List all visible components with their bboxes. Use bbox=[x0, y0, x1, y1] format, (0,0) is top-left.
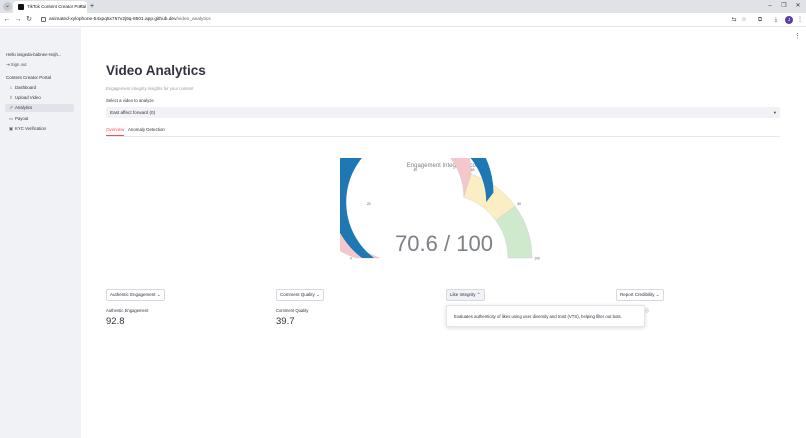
wallet-icon: ▭ bbox=[8, 116, 14, 121]
back-icon[interactable]: ← bbox=[2, 15, 12, 25]
extensions-icon[interactable]: ⧉ bbox=[755, 15, 765, 25]
profile-avatar[interactable]: J bbox=[785, 16, 793, 24]
chevron-down-icon: ⌄ bbox=[316, 292, 320, 297]
browser-tab[interactable]: TikTok Content Creator Portal × bbox=[13, 1, 87, 13]
tab-close-icon[interactable]: × bbox=[79, 3, 82, 11]
portal-title: Content Creator Portal bbox=[6, 75, 52, 80]
tab-anomaly-detection[interactable]: Anomaly Detection bbox=[128, 125, 165, 135]
comment-quality-expander[interactable]: Comment Quality ⌄ bbox=[276, 289, 324, 301]
tiktok-favicon-icon bbox=[18, 4, 24, 10]
sidebar-item-label: Payout bbox=[15, 116, 29, 121]
comment-quality-value: 39.7 bbox=[276, 316, 295, 327]
gauge-tick-label: 60 bbox=[471, 168, 475, 172]
chevron-down-icon: ⌄ bbox=[156, 292, 161, 297]
tooltip-text: Evaluates authenticity of likes using us… bbox=[454, 314, 622, 319]
upload-icon: ⇪ bbox=[9, 95, 13, 100]
new-tab-button[interactable]: + bbox=[90, 2, 94, 11]
info-icon: ⓘ bbox=[645, 308, 649, 313]
authentic-engagement-value: 92.8 bbox=[106, 316, 125, 327]
gauge-tick-label: 40 bbox=[413, 168, 417, 172]
sidebar-item-label: Analytics bbox=[15, 105, 33, 110]
page-subtitle: Engagement integrity insights for your c… bbox=[106, 86, 194, 91]
tab-bar: Overview Anomaly Detection bbox=[106, 125, 780, 137]
video-select-label: Select a video to analyze bbox=[106, 98, 154, 103]
like-integrity-expander[interactable]: Like Integrity ⌃ bbox=[446, 289, 485, 301]
browser-menu-icon[interactable]: ⋮ bbox=[795, 15, 805, 25]
maximize-icon[interactable]: ❐ bbox=[777, 1, 791, 12]
url-path: /video_analytics bbox=[176, 17, 211, 22]
comment-quality-label: Comment Quality bbox=[276, 308, 309, 313]
chevron-up-icon: ⌃ bbox=[476, 292, 481, 297]
sign-out-link[interactable]: ⇥ Sign out bbox=[6, 62, 27, 68]
page-title: Video Analytics bbox=[106, 63, 206, 78]
url-field[interactable]: animated-xylophone-54xpq5x757v2j9q-8501.… bbox=[49, 15, 211, 25]
gauge-tick-label: 100 bbox=[534, 257, 540, 261]
sidebar: Hello issgeda-babnee-Issjh... ⇥ Sign out… bbox=[0, 28, 81, 438]
gauge-tick-label: 20 bbox=[367, 202, 371, 206]
tab-overview[interactable]: Overview bbox=[106, 125, 125, 136]
expander-label: Report Credibility bbox=[620, 292, 655, 297]
like-integrity-tooltip: Evaluates authenticity of likes using us… bbox=[446, 305, 645, 327]
reload-icon[interactable]: ↻ bbox=[24, 15, 34, 25]
engagement-integrity-gauge: Engagement Integrity Score 02040 6080100 … bbox=[340, 158, 540, 261]
id-card-icon: ▣ bbox=[8, 126, 14, 131]
authentic-engagement-expander[interactable]: Authentic Engagement ⌄ bbox=[106, 289, 165, 301]
gauge-tick-label: 80 bbox=[517, 202, 521, 206]
sidebar-item-dashboard[interactable]: ⌂ Dashboard bbox=[5, 84, 74, 92]
bookmark-star-icon[interactable]: ☆ bbox=[739, 15, 749, 25]
sidebar-item-payout[interactable]: ▭ Payout bbox=[5, 115, 74, 123]
chart-icon: ↗ bbox=[9, 105, 13, 110]
home-icon: ⌂ bbox=[9, 85, 13, 90]
app-menu-icon[interactable]: ⋮ bbox=[794, 33, 801, 41]
expander-label: Authentic Engagement bbox=[110, 292, 156, 297]
minimize-icon[interactable]: – bbox=[763, 1, 777, 12]
expander-label: Comment Quality bbox=[280, 292, 315, 297]
tab-search-icon[interactable]: ⌄ bbox=[3, 2, 12, 11]
video-select-value: East affect forward (0) bbox=[110, 110, 156, 115]
sidebar-item-label: Dashboard bbox=[15, 85, 37, 90]
sidebar-item-label: KYC Verification bbox=[15, 126, 47, 131]
chevron-down-icon: ▾ bbox=[773, 110, 776, 115]
gauge-value: 70.6 / 100 bbox=[395, 231, 493, 256]
sidebar-item-kyc-verification[interactable]: ▣ KYC Verification bbox=[5, 125, 74, 133]
expander-label: Like Integrity bbox=[450, 292, 476, 297]
user-greeting: Hello issgeda-babnee-Issjh... bbox=[6, 52, 62, 57]
sidebar-item-label: Upload Video bbox=[15, 95, 41, 100]
browser-tab-bar: ⌄ TikTok Content Creator Portal × + – ❐ … bbox=[0, 0, 806, 13]
video-select[interactable]: East affect forward (0) ▾ bbox=[106, 107, 780, 118]
tab-title: TikTok Content Creator Portal bbox=[27, 4, 87, 9]
gauge-tick-label: 0 bbox=[350, 257, 352, 261]
chevron-down-icon: ⌄ bbox=[655, 292, 660, 297]
authentic-engagement-label: Authentic Engagement bbox=[106, 308, 149, 313]
report-credibility-expander[interactable]: Report Credibility ⌄ bbox=[616, 289, 664, 301]
sidebar-item-analytics[interactable]: ↗ Analytics bbox=[5, 104, 74, 112]
url-host: animated-xylophone-54xpq5x757v2j9q-8501.… bbox=[49, 17, 177, 22]
address-bar: ← → ↻ animated-xylophone-54xpq5x757v2j9q… bbox=[0, 13, 806, 27]
site-info-icon[interactable] bbox=[41, 17, 46, 22]
forward-icon[interactable]: → bbox=[13, 15, 23, 25]
close-window-icon[interactable]: ✕ bbox=[791, 1, 805, 12]
sidebar-item-upload-video[interactable]: ⇪ Upload Video bbox=[5, 94, 74, 102]
translate-icon[interactable]: ⇆ bbox=[729, 15, 739, 25]
download-icon[interactable]: ⤓ bbox=[771, 15, 781, 25]
sign-out-label: Sign out bbox=[10, 62, 27, 67]
